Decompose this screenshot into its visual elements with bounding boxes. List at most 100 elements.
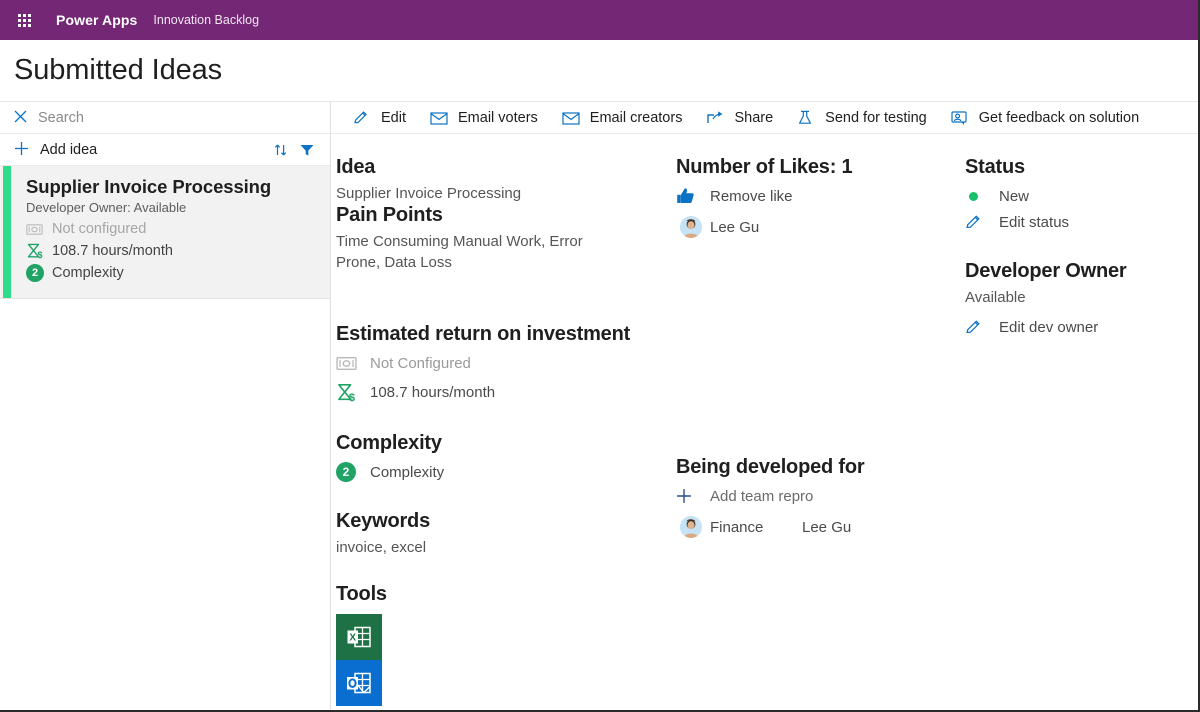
share-icon	[706, 109, 728, 127]
status-row: New	[965, 183, 1190, 209]
pain-points-heading: Pain Points	[336, 204, 443, 226]
app-launcher-icon[interactable]	[10, 6, 38, 34]
add-idea-row[interactable]: Add idea	[0, 134, 330, 166]
edit-button[interactable]: Edit	[341, 102, 418, 134]
roi-money-value: Not Configured	[370, 354, 471, 372]
complexity-label: Complexity	[370, 463, 445, 481]
sort-icon[interactable]	[268, 138, 294, 162]
detail-column-left: Idea Supplier Invoice Processing Pain Po…	[331, 156, 676, 710]
thumbs-up-icon	[676, 187, 710, 205]
add-idea-label: Add idea	[40, 141, 98, 158]
top-navigation-bar: Power Apps Innovation Backlog	[0, 0, 1198, 40]
filter-icon[interactable]	[294, 138, 320, 162]
envelope-icon	[430, 109, 452, 127]
complexity-badge: 2	[336, 462, 370, 482]
idea-dev-owner: Developer Owner: Available	[26, 200, 187, 215]
idea-roi-money-value: Not configured	[52, 221, 147, 237]
svg-text:$: $	[38, 250, 43, 259]
voter-row: Lee Gu	[676, 213, 953, 241]
email-voters-button[interactable]: Email voters	[418, 102, 550, 134]
plus-icon	[676, 488, 710, 504]
body-split: Add idea Supplier Invoice Processing Dev…	[0, 102, 1198, 710]
money-icon	[26, 223, 52, 236]
developed-for-heading: Being developed for	[676, 456, 865, 478]
add-team-repro-button[interactable]: Add team repro	[676, 483, 953, 509]
beaker-icon	[797, 109, 819, 127]
keywords-value: invoice, excel	[336, 539, 427, 556]
idea-heading: Idea	[336, 156, 376, 178]
hourglass-dollar-icon: $	[26, 243, 52, 259]
idea-roi-hours-value: 108.7 hours/month	[52, 243, 173, 259]
email-creators-label: Email creators	[589, 109, 683, 126]
team-row: Finance Lee Gu	[676, 513, 953, 541]
complexity-badge-value: 2	[336, 462, 356, 482]
complexity-row: 2 Complexity	[336, 459, 668, 485]
excel-tool-icon[interactable]: X	[336, 614, 382, 660]
avatar	[676, 516, 710, 538]
roi-money-row: Not Configured	[336, 350, 668, 376]
add-team-repro-label: Add team repro	[710, 487, 814, 505]
developer-owner-value: Available	[965, 289, 1026, 306]
team-person-name: Lee Gu	[802, 518, 852, 536]
avatar	[676, 216, 710, 238]
status-heading: Status	[965, 156, 1025, 178]
idea-list-item[interactable]: Supplier Invoice Processing Developer Ow…	[0, 166, 330, 299]
svg-text:$: $	[349, 391, 355, 401]
edit-status-button[interactable]: Edit status	[965, 209, 1190, 235]
idea-value: Supplier Invoice Processing	[336, 185, 522, 202]
pencil-icon	[965, 214, 999, 231]
complexity-heading: Complexity	[336, 432, 442, 454]
team-name: Finance	[710, 518, 764, 536]
roi-hours-value: 108.7 hours/month	[370, 383, 496, 401]
get-feedback-label: Get feedback on solution	[978, 109, 1140, 126]
idea-title: Supplier Invoice Processing	[26, 176, 272, 197]
tools-heading: Tools	[336, 583, 387, 605]
page-title: Submitted Ideas	[14, 54, 223, 86]
app-window: Power Apps Innovation Backlog Submitted …	[0, 0, 1200, 712]
command-bar: Edit Email voters Email creators Share S…	[331, 102, 1198, 134]
detail-column-right: Status New Edit status Developer Owner A…	[961, 156, 1198, 710]
app-name-label[interactable]: Innovation Backlog	[153, 13, 259, 27]
idea-roi-money-row: Not configured	[26, 218, 318, 240]
search-input[interactable]	[32, 108, 320, 127]
voter-name: Lee Gu	[710, 218, 760, 236]
get-feedback-button[interactable]: Get feedback on solution	[939, 102, 1151, 134]
share-button-label: Share	[734, 109, 774, 126]
plus-icon[interactable]	[14, 141, 34, 159]
page-title-bar: Submitted Ideas	[0, 40, 1198, 102]
roi-heading: Estimated return on investment	[336, 323, 631, 345]
close-icon[interactable]	[14, 110, 32, 126]
likes-heading: Number of Likes: 1	[676, 156, 853, 178]
edit-dev-owner-button[interactable]: Edit dev owner	[965, 314, 1190, 340]
pain-points-value: Time Consuming Manual Work, Error Prone,…	[336, 233, 583, 271]
brand-label[interactable]: Power Apps	[56, 12, 137, 28]
developer-owner-heading: Developer Owner	[965, 260, 1127, 282]
idea-detail-pane: Edit Email voters Email creators Share S…	[331, 102, 1198, 710]
svg-text:X: X	[349, 633, 356, 644]
edit-dev-owner-label: Edit dev owner	[999, 318, 1099, 336]
detail-body: Idea Supplier Invoice Processing Pain Po…	[331, 134, 1198, 710]
detail-column-middle: Number of Likes: 1 Remove like Lee Gu Be…	[676, 156, 961, 710]
idea-roi-hours-row: $ 108.7 hours/month	[26, 240, 318, 262]
ideas-list-pane: Add idea Supplier Invoice Processing Dev…	[0, 102, 331, 710]
remove-like-button[interactable]: Remove like	[676, 183, 953, 209]
feedback-person-icon	[951, 109, 973, 127]
status-dot-icon	[965, 191, 999, 201]
email-voters-label: Email voters	[458, 109, 538, 126]
pencil-icon	[965, 319, 999, 336]
roi-hours-row: $ 108.7 hours/month	[336, 379, 668, 405]
money-icon	[336, 356, 370, 371]
share-button[interactable]: Share	[694, 102, 785, 134]
send-for-testing-label: Send for testing	[825, 109, 927, 126]
tools-list: X	[336, 614, 668, 706]
edit-status-label: Edit status	[999, 213, 1070, 231]
email-creators-button[interactable]: Email creators	[550, 102, 695, 134]
idea-complexity-row: 2 Complexity	[26, 262, 318, 284]
outlook-tool-icon[interactable]	[336, 660, 382, 706]
send-for-testing-button[interactable]: Send for testing	[785, 102, 939, 134]
edit-button-label: Edit	[381, 109, 406, 126]
hourglass-dollar-icon: $	[336, 383, 370, 402]
status-value: New	[999, 187, 1030, 205]
complexity-badge-value: 2	[26, 264, 44, 282]
idea-complexity-label: Complexity	[52, 265, 124, 281]
